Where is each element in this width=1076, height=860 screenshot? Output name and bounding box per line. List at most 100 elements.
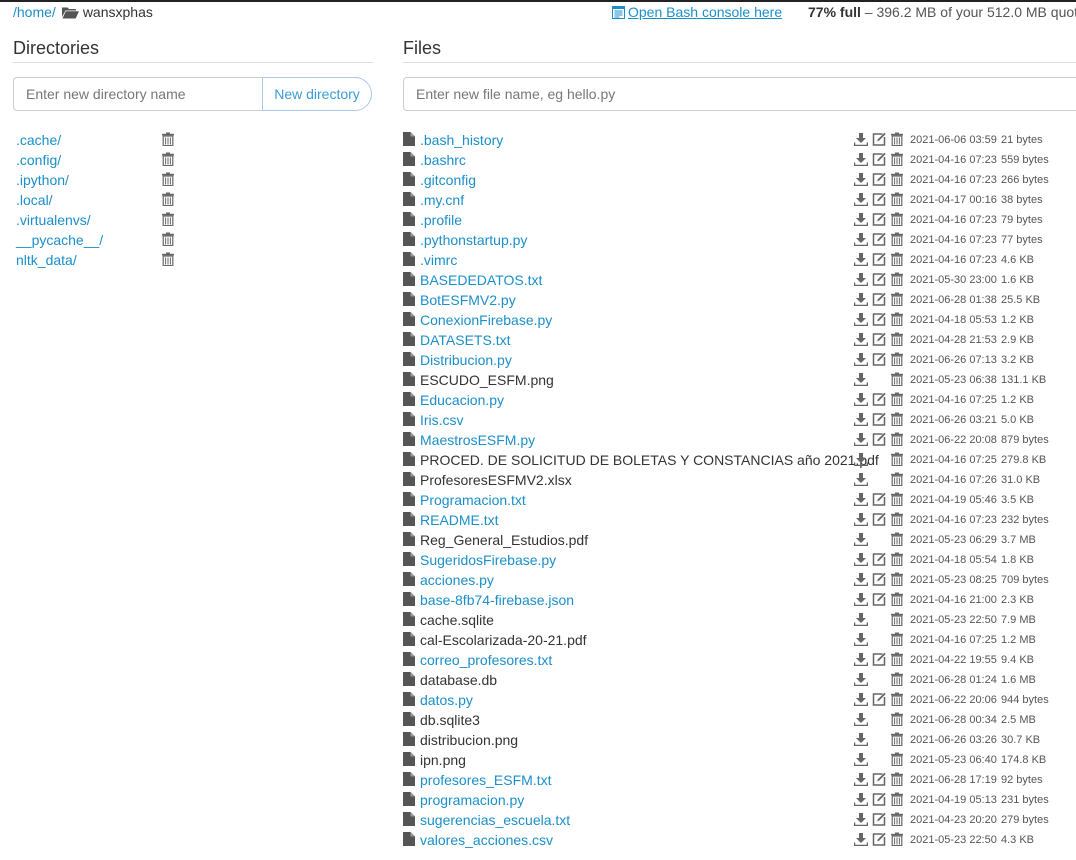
trash-icon[interactable]	[891, 152, 903, 166]
trash-icon[interactable]	[162, 152, 174, 166]
download-icon[interactable]	[854, 712, 868, 726]
file-name-link[interactable]: Reg_General_Estudios.pdf	[420, 532, 588, 548]
directory-link[interactable]: .config/	[16, 152, 61, 168]
download-icon[interactable]	[854, 792, 868, 806]
trash-icon[interactable]	[891, 652, 903, 666]
edit-icon[interactable]	[872, 832, 886, 846]
edit-icon[interactable]	[872, 172, 886, 186]
edit-icon[interactable]	[872, 132, 886, 146]
file-name-link[interactable]: .pythonstartup.py	[420, 232, 527, 248]
edit-icon[interactable]	[872, 392, 886, 406]
trash-icon[interactable]	[162, 172, 174, 186]
download-icon[interactable]	[854, 312, 868, 326]
file-name-link[interactable]: base-8fb74-firebase.json	[420, 592, 574, 608]
file-name-link[interactable]: Iris.csv	[420, 412, 464, 428]
trash-icon[interactable]	[891, 252, 903, 266]
trash-icon[interactable]	[891, 832, 903, 846]
file-name-link[interactable]: valores_acciones.csv	[420, 832, 553, 848]
trash-icon[interactable]	[891, 612, 903, 626]
trash-icon[interactable]	[891, 712, 903, 726]
file-name-link[interactable]: Educacion.py	[420, 392, 504, 408]
trash-icon[interactable]	[891, 292, 903, 306]
file-name-link[interactable]: database.db	[420, 672, 497, 688]
file-name-link[interactable]: acciones.py	[420, 572, 494, 588]
file-name-link[interactable]: .profile	[420, 212, 462, 228]
download-icon[interactable]	[854, 392, 868, 406]
trash-icon[interactable]	[891, 472, 903, 486]
download-icon[interactable]	[854, 632, 868, 646]
trash-icon[interactable]	[162, 192, 174, 206]
trash-icon[interactable]	[891, 812, 903, 826]
download-icon[interactable]	[854, 772, 868, 786]
edit-icon[interactable]	[872, 272, 886, 286]
trash-icon[interactable]	[891, 512, 903, 526]
file-name-link[interactable]: PROCED. DE SOLICITUD DE BOLETAS Y CONSTA…	[420, 452, 879, 468]
trash-icon[interactable]	[162, 132, 174, 146]
download-icon[interactable]	[854, 692, 868, 706]
trash-icon[interactable]	[891, 752, 903, 766]
trash-icon[interactable]	[891, 732, 903, 746]
download-icon[interactable]	[854, 292, 868, 306]
edit-icon[interactable]	[872, 332, 886, 346]
directory-link[interactable]: .local/	[16, 192, 53, 208]
download-icon[interactable]	[854, 552, 868, 566]
file-name-link[interactable]: SugeridosFirebase.py	[420, 552, 556, 568]
download-icon[interactable]	[854, 592, 868, 606]
trash-icon[interactable]	[891, 332, 903, 346]
file-name-link[interactable]: .gitconfig	[420, 172, 476, 188]
download-icon[interactable]	[854, 832, 868, 846]
file-name-link[interactable]: MaestrosESFM.py	[420, 432, 535, 448]
trash-icon[interactable]	[891, 172, 903, 186]
edit-icon[interactable]	[872, 652, 886, 666]
file-name-link[interactable]: ESCUDO_ESFM.png	[420, 372, 554, 388]
trash-icon[interactable]	[891, 552, 903, 566]
trash-icon[interactable]	[891, 192, 903, 206]
download-icon[interactable]	[854, 252, 868, 266]
open-bash-console-link[interactable]: Open Bash console here	[612, 4, 782, 20]
edit-icon[interactable]	[872, 552, 886, 566]
trash-icon[interactable]	[891, 792, 903, 806]
edit-icon[interactable]	[872, 252, 886, 266]
trash-icon[interactable]	[891, 772, 903, 786]
new-file-input[interactable]	[403, 77, 1076, 111]
breadcrumb-home-link[interactable]: /home/	[13, 4, 56, 20]
edit-icon[interactable]	[872, 572, 886, 586]
file-name-link[interactable]: BASEDEDATOS.txt	[420, 272, 542, 288]
file-name-link[interactable]: datos.py	[420, 692, 473, 708]
file-name-link[interactable]: profesores_ESFM.txt	[420, 772, 552, 788]
directory-link[interactable]: nltk_data/	[16, 252, 77, 268]
download-icon[interactable]	[854, 332, 868, 346]
file-name-link[interactable]: ConexionFirebase.py	[420, 312, 552, 328]
file-name-link[interactable]: distribucion.png	[420, 732, 518, 748]
download-icon[interactable]	[854, 812, 868, 826]
directory-link[interactable]: __pycache__/	[16, 232, 103, 248]
edit-icon[interactable]	[872, 232, 886, 246]
trash-icon[interactable]	[891, 372, 903, 386]
file-name-link[interactable]: README.txt	[420, 512, 499, 528]
file-name-link[interactable]: programacion.py	[420, 792, 524, 808]
file-name-link[interactable]: Distribucion.py	[420, 352, 512, 368]
edit-icon[interactable]	[872, 692, 886, 706]
file-name-link[interactable]: .my.cnf	[420, 192, 464, 208]
new-directory-input[interactable]	[13, 77, 262, 111]
download-icon[interactable]	[854, 612, 868, 626]
trash-icon[interactable]	[891, 672, 903, 686]
download-icon[interactable]	[854, 452, 868, 466]
directory-link[interactable]: .ipython/	[16, 172, 69, 188]
edit-icon[interactable]	[872, 192, 886, 206]
trash-icon[interactable]	[162, 232, 174, 246]
edit-icon[interactable]	[872, 152, 886, 166]
directory-link[interactable]: .cache/	[16, 132, 61, 148]
trash-icon[interactable]	[891, 272, 903, 286]
edit-icon[interactable]	[872, 312, 886, 326]
file-name-link[interactable]: Programacion.txt	[420, 492, 526, 508]
download-icon[interactable]	[854, 432, 868, 446]
edit-icon[interactable]	[872, 412, 886, 426]
edit-icon[interactable]	[872, 492, 886, 506]
trash-icon[interactable]	[891, 312, 903, 326]
download-icon[interactable]	[854, 512, 868, 526]
trash-icon[interactable]	[891, 532, 903, 546]
download-icon[interactable]	[854, 732, 868, 746]
download-icon[interactable]	[854, 372, 868, 386]
trash-icon[interactable]	[891, 132, 903, 146]
